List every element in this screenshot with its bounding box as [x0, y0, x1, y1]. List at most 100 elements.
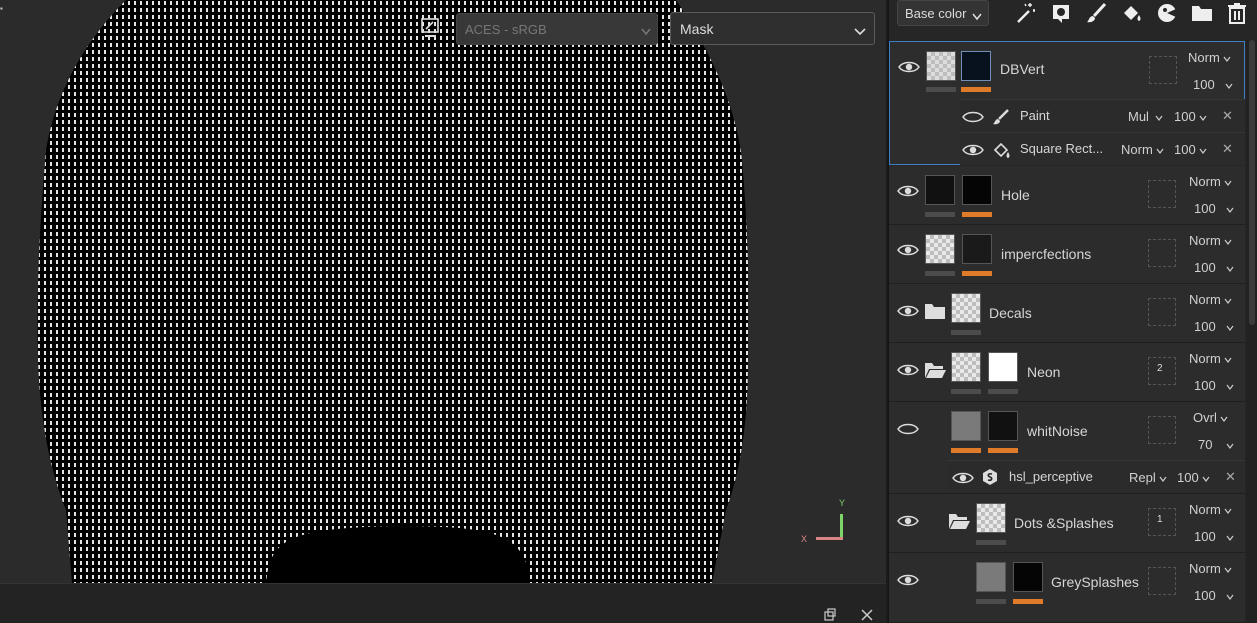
effect-row-square-rect[interactable]: Square Rect... Norm 100 ✕ — [960, 132, 1245, 165]
eye-visible-icon[interactable] — [897, 184, 919, 198]
mask-thumbnail[interactable] — [988, 411, 1018, 441]
folder-thumbnail — [976, 503, 1006, 533]
3d-viewport[interactable]: ▪ ACES - sRGB Mask Y X — [0, 0, 886, 583]
opacity-dropdown[interactable]: 100 — [1194, 201, 1234, 216]
effect-blend-dropdown[interactable]: Repl — [1129, 470, 1167, 485]
blend-mode-dropdown[interactable]: Norm — [1189, 174, 1232, 189]
layer-list-scrollbar[interactable] — [1246, 40, 1257, 623]
layer-row-neon[interactable]: Neon 2 Norm 100 — [889, 343, 1245, 402]
geometry-mask-slot[interactable] — [1149, 56, 1177, 84]
scrollbar-thumb[interactable] — [1249, 40, 1255, 325]
mask-thumbnail[interactable] — [961, 51, 991, 81]
eye-visible-icon[interactable] — [897, 363, 919, 377]
effect-opacity-dropdown[interactable]: 100 — [1174, 109, 1207, 124]
opacity-value: 100 — [1194, 378, 1216, 393]
opacity-dropdown[interactable]: 100 — [1194, 319, 1234, 334]
effect-row-paint[interactable]: Paint Mul 100 ✕ — [960, 99, 1245, 132]
effect-row-hsl-perceptive[interactable]: hsl_perceptive Repl 100 ✕ — [947, 460, 1244, 493]
blend-mode-dropdown[interactable]: Norm — [1189, 292, 1232, 307]
blend-mode-dropdown[interactable]: Norm — [1188, 50, 1231, 65]
channel-selector[interactable]: Base color — [897, 0, 989, 26]
colorspace-label: ACES - sRGB — [465, 22, 547, 37]
substance-filter-icon — [981, 468, 999, 489]
geometry-mask-slot[interactable] — [1148, 416, 1176, 444]
layer-name[interactable]: Neon — [1027, 364, 1060, 380]
layer-name[interactable]: whitNoise — [1027, 423, 1088, 439]
mask-thumbnail[interactable] — [1013, 562, 1043, 592]
layer-name[interactable]: impercfections — [1001, 246, 1091, 262]
eye-visible-icon[interactable] — [898, 60, 920, 74]
blend-mode-dropdown[interactable]: Norm — [1189, 233, 1232, 248]
eye-visible-icon[interactable] — [962, 143, 984, 157]
geometry-mask-slot[interactable] — [1148, 298, 1176, 326]
layer-row-dots-splashes[interactable]: Dots &Splashes 1 Norm 100 — [889, 494, 1245, 553]
geometry-mask-slot[interactable]: 1 — [1148, 508, 1176, 536]
layer-name[interactable]: GreySplashes — [1051, 574, 1139, 590]
geometry-mask-slot[interactable]: 2 — [1148, 357, 1176, 385]
geometry-mask-slot[interactable] — [1148, 180, 1176, 208]
display-settings-icon[interactable] — [420, 17, 442, 39]
restore-window-icon[interactable] — [823, 608, 837, 622]
mask-thumbnail[interactable] — [962, 234, 992, 264]
folder-closed-icon[interactable] — [924, 302, 946, 323]
layer-row-greysplashes[interactable]: GreySplashes Norm 100 — [889, 553, 1245, 623]
layer-name[interactable]: Hole — [1001, 187, 1030, 203]
layer-row-hole[interactable]: Hole Norm 100 — [889, 166, 1245, 225]
effect-blend-dropdown[interactable]: Norm — [1121, 142, 1164, 157]
folder-open-icon[interactable] — [948, 512, 970, 533]
remove-effect-icon[interactable]: ✕ — [1222, 141, 1233, 157]
opacity-dropdown[interactable]: 100 — [1194, 588, 1234, 603]
opacity-dropdown[interactable]: 100 — [1194, 529, 1234, 544]
effect-opacity-dropdown[interactable]: 100 — [1174, 142, 1207, 157]
thumbnail-tag — [925, 212, 955, 217]
eye-visible-icon[interactable] — [897, 514, 919, 528]
mask-thumbnail[interactable] — [988, 352, 1018, 382]
mask-tag — [988, 389, 1018, 394]
thumbnail-tag — [976, 599, 1006, 604]
layer-row-whitnoise[interactable]: whitNoise Ovrl 70 hsl_perceptive Repl 10… — [889, 402, 1245, 494]
colorspace-dropdown[interactable]: ACES - sRGB — [456, 13, 658, 45]
opacity-dropdown[interactable]: 100 — [1193, 77, 1233, 92]
mask-thumbnail[interactable] — [962, 175, 992, 205]
corner-marker: ▪ — [0, 4, 3, 13]
fill-bucket-icon[interactable] — [1120, 1, 1144, 25]
close-icon[interactable] — [860, 608, 874, 622]
blend-mode-dropdown[interactable]: Norm — [1189, 502, 1232, 517]
folder-open-icon[interactable] — [924, 361, 946, 382]
trash-icon[interactable] — [1225, 1, 1249, 25]
remove-effect-icon[interactable]: ✕ — [1225, 469, 1236, 485]
brush-icon[interactable] — [1085, 1, 1109, 25]
blend-mode-dropdown[interactable]: Norm — [1189, 351, 1232, 366]
opacity-dropdown[interactable]: 70 — [1198, 437, 1234, 452]
eye-hidden-icon[interactable] — [962, 110, 984, 124]
layer-row-decals[interactable]: Decals Norm 100 — [889, 284, 1245, 343]
magic-wand-icon[interactable] — [1014, 1, 1038, 25]
eye-visible-icon[interactable] — [897, 573, 919, 587]
folder-icon[interactable] — [1190, 1, 1214, 25]
geometry-mask-slot[interactable] — [1148, 567, 1176, 595]
eye-visible-icon[interactable] — [897, 243, 919, 257]
effect-blend-dropdown[interactable]: Mul — [1128, 109, 1163, 124]
remove-effect-icon[interactable]: ✕ — [1222, 108, 1233, 124]
viewport-channel-dropdown[interactable]: Mask — [670, 12, 875, 45]
layer-name[interactable]: Dots &Splashes — [1014, 515, 1114, 531]
geometry-mask-slot[interactable] — [1148, 239, 1176, 267]
layer-row-dbvert[interactable]: DBVert Norm 100 Paint Mul 100 ✕ Square R… — [889, 41, 1245, 165]
blend-mode-value: Ovrl — [1193, 410, 1217, 425]
eye-visible-icon[interactable] — [897, 304, 919, 318]
fill-bucket-icon — [992, 140, 1012, 163]
effect-opacity-dropdown[interactable]: 100 — [1177, 470, 1210, 485]
eye-visible-icon[interactable] — [952, 471, 974, 485]
layer-name[interactable]: Decals — [989, 305, 1032, 321]
smart-mask-icon[interactable] — [1155, 1, 1179, 25]
effect-name: hsl_perceptive — [1009, 469, 1093, 484]
layer-row-impercfections[interactable]: impercfections Norm 100 — [889, 225, 1245, 284]
opacity-dropdown[interactable]: 100 — [1194, 378, 1234, 393]
opacity-dropdown[interactable]: 100 — [1194, 260, 1234, 275]
thumbnail-tag — [951, 448, 981, 453]
eye-hidden-icon[interactable] — [897, 422, 919, 436]
blend-mode-dropdown[interactable]: Norm — [1189, 561, 1232, 576]
blend-mode-dropdown[interactable]: Ovrl — [1193, 410, 1228, 425]
fill-refresh-icon[interactable] — [1050, 1, 1074, 25]
layer-name[interactable]: DBVert — [1000, 61, 1044, 77]
